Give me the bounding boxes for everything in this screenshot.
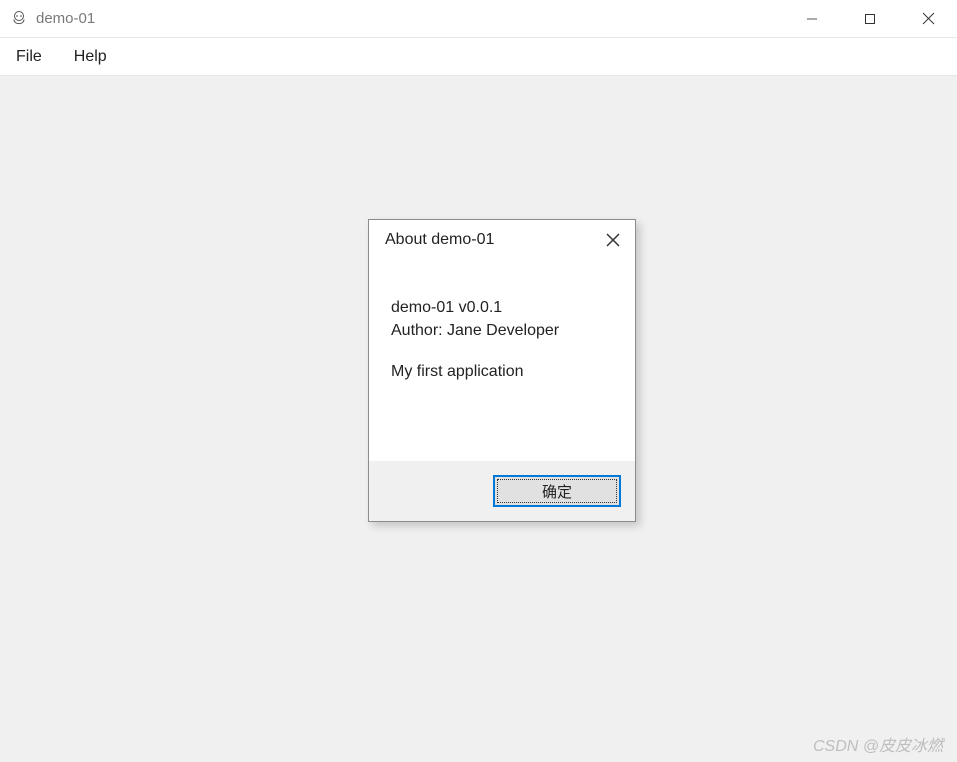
main-titlebar: demo-01 xyxy=(0,0,957,38)
app-icon xyxy=(10,10,28,28)
dialog-body: demo-01 v0.0.1 Author: Jane Developer My… xyxy=(369,256,635,394)
close-button[interactable] xyxy=(899,0,957,38)
maximize-button[interactable] xyxy=(841,0,899,38)
spacer xyxy=(391,342,613,360)
about-description-line: My first application xyxy=(391,360,613,383)
ok-button[interactable]: 确定 xyxy=(493,475,621,507)
menu-help[interactable]: Help xyxy=(58,48,123,66)
workarea: About demo-01 demo-01 v0.0.1 Author: Jan… xyxy=(0,76,957,762)
titlebar-left: demo-01 xyxy=(0,10,95,28)
dialog-close-button[interactable] xyxy=(603,230,623,250)
menu-file[interactable]: File xyxy=(0,48,58,66)
window-controls xyxy=(783,0,957,37)
about-version-line: demo-01 v0.0.1 xyxy=(391,296,613,319)
dialog-titlebar: About demo-01 xyxy=(369,220,635,256)
dialog-footer: 确定 xyxy=(369,461,635,521)
menubar: File Help xyxy=(0,38,957,76)
dialog-title: About demo-01 xyxy=(385,231,494,249)
window-title: demo-01 xyxy=(36,10,95,27)
about-dialog: About demo-01 demo-01 v0.0.1 Author: Jan… xyxy=(368,219,636,522)
about-author-line: Author: Jane Developer xyxy=(391,319,613,342)
minimize-button[interactable] xyxy=(783,0,841,38)
